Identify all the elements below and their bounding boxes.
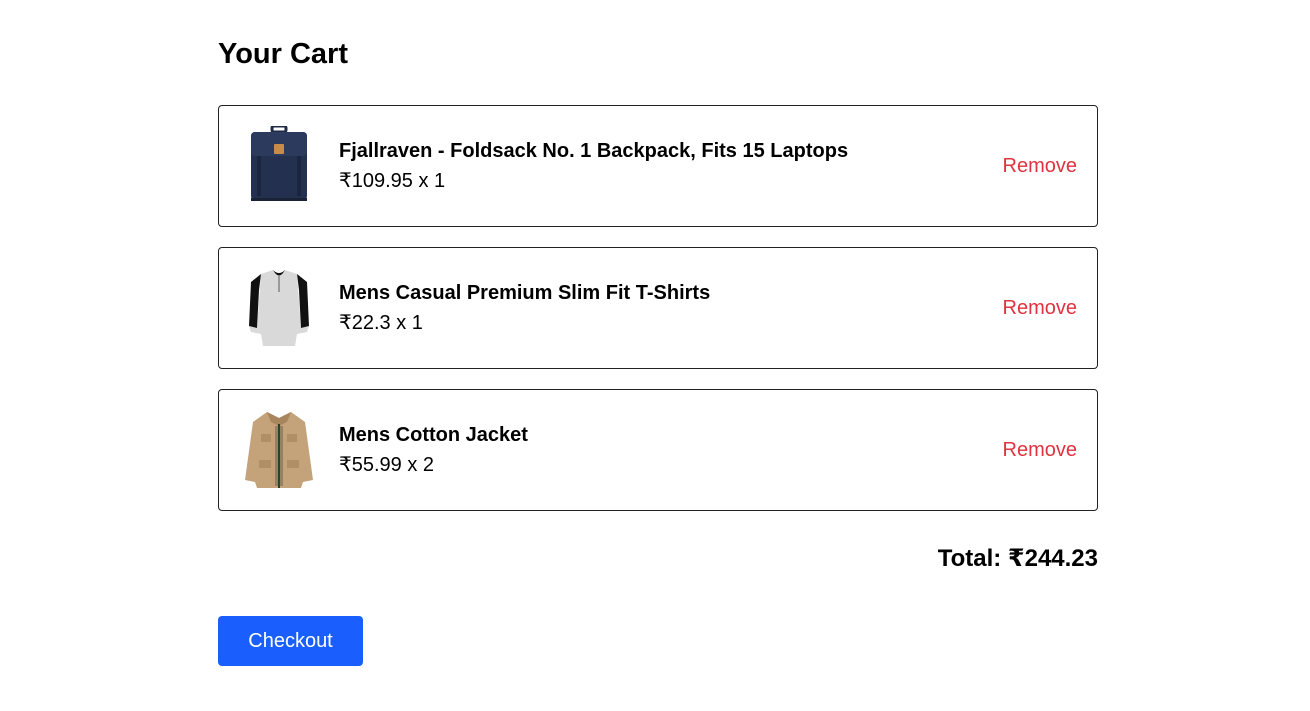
jacket-icon (245, 412, 313, 488)
item-name: Mens Casual Premium Slim Fit T-Shirts (339, 282, 711, 304)
backpack-icon (251, 126, 307, 201)
item-info: Mens Casual Premium Slim Fit T-Shirts ₹2… (339, 280, 710, 336)
remove-button[interactable]: Remove (1003, 437, 1077, 463)
cart-page: Your Cart Fjallraven - Foldsack No. 1 Ba… (0, 0, 1310, 711)
cart-item-list: Fjallraven - Foldsack No. 1 Backpack, Fi… (218, 105, 1098, 531)
cart-total: Total: ₹244.23 (937, 545, 1098, 572)
remove-button[interactable]: Remove (1003, 295, 1077, 321)
tshirt-image (239, 268, 319, 348)
page-title: Your Cart (218, 38, 348, 70)
item-price-quantity: ₹109.95 x 1 (339, 170, 446, 192)
remove-button[interactable]: Remove (1003, 153, 1077, 179)
item-price-quantity: ₹55.99 x 2 (339, 454, 435, 476)
item-name: Fjallraven - Foldsack No. 1 Backpack, Fi… (339, 140, 849, 162)
jacket-image (239, 410, 319, 490)
cart-item: Mens Casual Premium Slim Fit T-Shirts ₹2… (218, 247, 1098, 369)
checkout-button[interactable]: Checkout (218, 616, 363, 666)
item-price-quantity: ₹22.3 x 1 (339, 312, 423, 334)
item-info: Mens Cotton Jacket ₹55.99 x 2 (339, 422, 528, 478)
item-info: Fjallraven - Foldsack No. 1 Backpack, Fi… (339, 138, 848, 194)
item-name: Mens Cotton Jacket (339, 424, 528, 446)
cart-item: Fjallraven - Foldsack No. 1 Backpack, Fi… (218, 105, 1098, 227)
tshirt-icon (249, 270, 309, 346)
cart-item: Mens Cotton Jacket ₹55.99 x 2 Remove (218, 389, 1098, 511)
backpack-image (239, 126, 319, 206)
